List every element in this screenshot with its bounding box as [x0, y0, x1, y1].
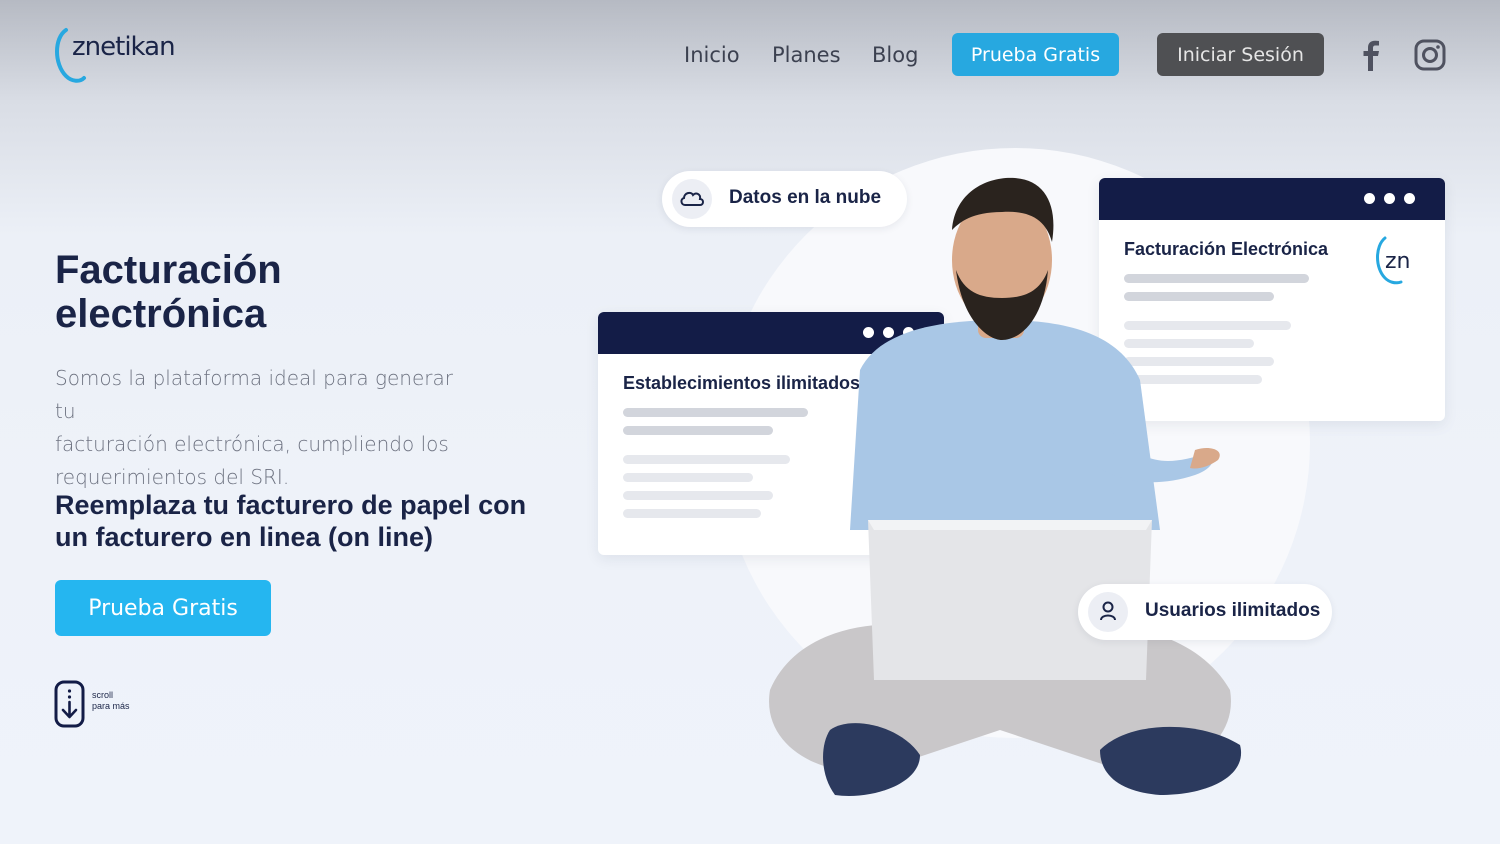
hero-title-line: Facturación	[55, 248, 282, 292]
user-icon	[1100, 601, 1116, 621]
hero-description-line: requerimientos del SRI.	[55, 465, 290, 489]
pill-cloud-data: Datos en la nube	[662, 171, 907, 227]
window-dot-icon	[1384, 193, 1395, 204]
pill-label: Usuarios ilimitados	[1145, 600, 1321, 621]
window-dot-icon	[1404, 193, 1415, 204]
pill-users: Usuarios ilimitados	[1078, 584, 1332, 640]
scroll-text-line: scroll	[92, 690, 114, 700]
hero-title-line: electrónica	[55, 292, 267, 336]
hero-description: Somos la plataforma ideal para generar t…	[55, 362, 475, 494]
trial-button-nav[interactable]: Prueba Gratis	[952, 33, 1119, 76]
brand-mark-icon: zn	[1376, 236, 1411, 285]
hero-subtitle: Reemplaza tu facturero de papel con un f…	[55, 489, 555, 553]
scroll-down-icon	[54, 680, 85, 728]
top-navigation: Inicio Planes Blog Prueba Gratis Iniciar…	[0, 33, 1500, 77]
hero-subtitle-line: un facturero en linea (on line)	[55, 522, 434, 552]
login-button[interactable]: Iniciar Sesión	[1157, 33, 1324, 76]
pill-label: Datos en la nube	[729, 187, 882, 208]
cloud-icon	[680, 191, 704, 206]
brand-mark-text: zn	[1385, 249, 1411, 274]
hero-title: Facturación electrónica	[55, 248, 455, 336]
scroll-text: scroll para más	[92, 690, 130, 712]
window-dot-icon	[1364, 193, 1375, 204]
user-icon-bg	[1088, 592, 1128, 632]
nav-link-planes[interactable]: Planes	[772, 43, 841, 67]
nav-link-inicio[interactable]: Inicio	[684, 43, 740, 67]
scroll-hint[interactable]: scroll para más	[54, 680, 154, 730]
hero-description-line: Somos la plataforma ideal para generar t…	[55, 366, 453, 423]
facebook-icon[interactable]	[1354, 38, 1388, 72]
instagram-icon[interactable]	[1413, 38, 1447, 72]
placeholder-line	[623, 473, 753, 482]
hero-description-line: facturación electrónica, cumpliendo los	[55, 432, 449, 456]
trial-button-hero[interactable]: Prueba Gratis	[55, 580, 271, 636]
hero-subtitle-line: Reemplaza tu facturero de papel con	[55, 490, 527, 520]
cloud-icon-bg	[672, 179, 712, 219]
person-with-laptop-image	[769, 177, 1242, 796]
nav-link-blog[interactable]: Blog	[872, 43, 918, 67]
scroll-text-line: para más	[92, 701, 130, 711]
